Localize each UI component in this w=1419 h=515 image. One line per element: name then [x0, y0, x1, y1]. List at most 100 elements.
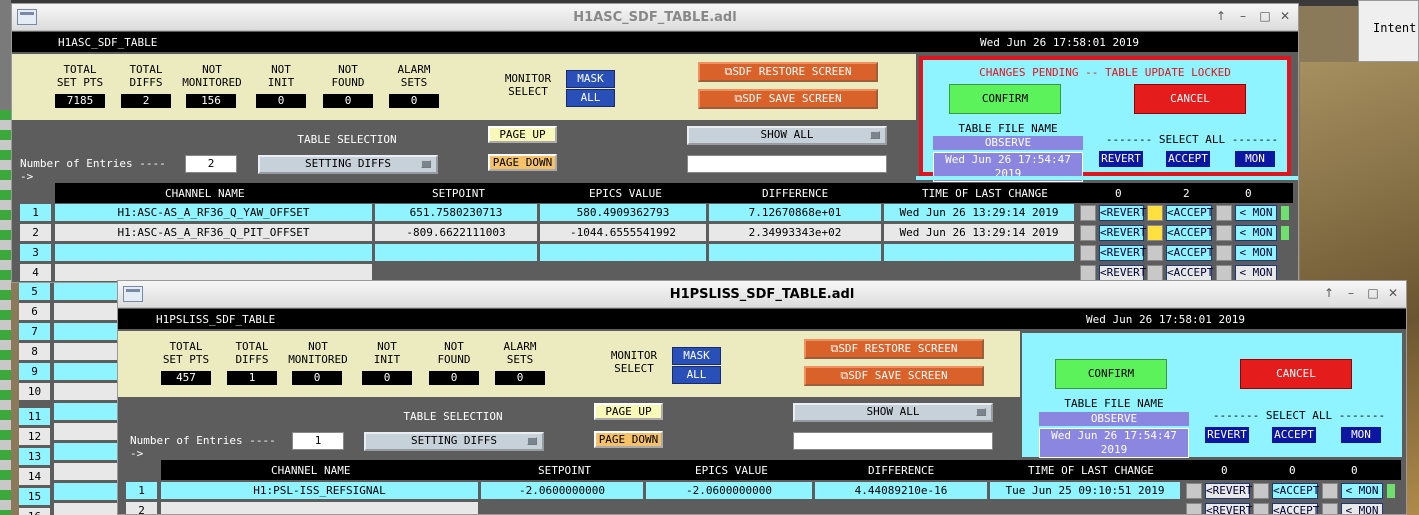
row-mon-button[interactable]: < MON [1341, 503, 1383, 514]
row-mon-checkbox[interactable] [1322, 483, 1338, 499]
row-revert-button[interactable]: <REVERT [1099, 205, 1146, 221]
row-setpoint: -2.0600000000 [481, 482, 643, 499]
row-channel-name [161, 502, 478, 514]
confirm-button[interactable]: CONFIRM [1055, 359, 1167, 389]
row-mon-checkbox[interactable] [1216, 265, 1232, 281]
maximize-icon[interactable]: □ [1366, 286, 1380, 300]
row-revert-checkbox[interactable] [1186, 483, 1202, 499]
row-accept-checkbox[interactable] [1147, 205, 1163, 221]
row-revert-button[interactable]: <REVERT [1099, 245, 1146, 261]
row-number: 11 [19, 408, 50, 425]
confirm-button[interactable]: CONFIRM [949, 84, 1061, 114]
row-accept-button[interactable]: <ACCEPT [1166, 205, 1213, 221]
page-down-button[interactable]: PAGE DOWN [488, 154, 557, 171]
maximize-icon[interactable]: □ [1258, 9, 1272, 23]
stat-value-alarm-sets: 0 [495, 371, 545, 385]
page-down-button[interactable]: PAGE DOWN [594, 431, 663, 448]
row-status-indicator [1281, 226, 1289, 240]
table-row: 1 H1:ASC-AS_A_RF36_Q_YAW_OFFSET 651.7580… [12, 203, 1298, 222]
row-accept-button[interactable]: <ACCEPT [1272, 483, 1319, 499]
row-revert-checkbox[interactable] [1080, 205, 1096, 221]
row-accept-button[interactable]: <ACCEPT [1166, 245, 1213, 261]
select-all-mon-button[interactable]: MON [1235, 151, 1275, 167]
row-accept-checkbox[interactable] [1147, 245, 1163, 261]
all-button[interactable]: ALL [672, 366, 721, 384]
row-mon-checkbox[interactable] [1216, 225, 1232, 241]
table-selection-dropdown[interactable]: SETTING DIFFS [364, 432, 544, 451]
row-mon-checkbox[interactable] [1322, 503, 1338, 514]
row-mon-button[interactable]: < MON [1235, 205, 1277, 221]
dropdown-icon [870, 131, 880, 139]
row-revert-checkbox[interactable] [1080, 245, 1096, 261]
row-channel-name [55, 264, 372, 281]
row-revert-checkbox[interactable] [1080, 265, 1096, 281]
save-label: SDF SAVE SCREEN [742, 92, 842, 105]
select-all-revert-button[interactable]: REVERT [1205, 427, 1249, 443]
select-all-accept-button[interactable]: ACCEPT [1166, 151, 1210, 167]
row-revert-checkbox[interactable] [1080, 225, 1096, 241]
row-revert-button[interactable]: <REVERT [1099, 265, 1146, 281]
window-titlebar[interactable]: H1ASC_SDF_TABLE.adl ↑ – □ ✕ [12, 4, 1298, 31]
number-of-entries-value: 2 [185, 155, 237, 173]
row-accept-button[interactable]: <ACCEPT [1272, 503, 1319, 514]
monitor-select-label: MONITOR SELECT [504, 72, 552, 98]
row-mon-checkbox[interactable] [1216, 245, 1232, 261]
row-accept-checkbox[interactable] [1147, 225, 1163, 241]
row-accept-button[interactable]: <ACCEPT [1166, 225, 1213, 241]
row-time: Wed Jun 26 13:29:14 2019 [884, 204, 1074, 221]
monitor-select-label: MONITOR SELECT [610, 349, 658, 375]
show-all-value: SHOW ALL [866, 405, 920, 418]
mask-button[interactable]: MASK [566, 70, 615, 88]
row-accept-button[interactable]: <ACCEPT [1166, 265, 1213, 281]
close-icon[interactable]: ✕ [1278, 9, 1292, 23]
row-number: 3 [20, 244, 51, 261]
row-revert-checkbox[interactable] [1186, 503, 1202, 514]
table-selection-dropdown[interactable]: SETTING DIFFS [258, 155, 438, 174]
select-all-mon-button[interactable]: MON [1341, 427, 1381, 443]
row-mon-button[interactable]: < MON [1235, 225, 1277, 241]
select-all-revert-button[interactable]: REVERT [1099, 151, 1143, 167]
all-button[interactable]: ALL [566, 89, 615, 107]
page-up-button[interactable]: PAGE UP [488, 126, 557, 143]
sdf-save-screen-button[interactable]: ⧉SDF SAVE SCREEN [698, 89, 878, 109]
select-all-label: ------- SELECT ALL ------- [1105, 133, 1279, 146]
row-channel-name: H1:PSL-ISS_REFSIGNAL [161, 482, 478, 499]
minimize-icon[interactable]: – [1344, 286, 1358, 300]
row-mon-button[interactable]: < MON [1235, 265, 1277, 281]
table-rows-continued: 5 6 7 8 9 10 11 12 13 14 15 16 [19, 283, 117, 515]
filter-input[interactable] [687, 155, 887, 173]
row-accept-checkbox[interactable] [1253, 503, 1269, 514]
row-mon-button[interactable]: < MON [1341, 483, 1383, 499]
header-bar: H1ASC_SDF_TABLE Wed Jun 26 17:58:01 2019 [12, 32, 1298, 52]
col-accept-count: 0 [1289, 464, 1296, 477]
pin-icon[interactable]: ↑ [1214, 9, 1228, 23]
row-mon-checkbox[interactable] [1216, 205, 1232, 221]
pin-icon[interactable]: ↑ [1322, 286, 1336, 300]
row-revert-button[interactable]: <REVERT [1205, 483, 1252, 499]
show-all-dropdown[interactable]: SHOW ALL [793, 403, 993, 422]
col-mon-count: 0 [1351, 464, 1358, 477]
row-revert-button[interactable]: <REVERT [1099, 225, 1146, 241]
sdf-restore-screen-button[interactable]: ⧉SDF RESTORE SCREEN [804, 339, 984, 359]
page-up-button[interactable]: PAGE UP [594, 403, 663, 420]
filter-input[interactable] [793, 432, 993, 450]
select-all-accept-button[interactable]: ACCEPT [1272, 427, 1316, 443]
row-revert-button[interactable]: <REVERT [1205, 503, 1252, 514]
window-titlebar[interactable]: H1PSLISS_SDF_TABLE.adl ↑ – □ ✕ [118, 281, 1406, 308]
mask-button[interactable]: MASK [672, 347, 721, 365]
minimize-icon[interactable]: – [1236, 9, 1250, 23]
col-time-of-last-change: TIME OF LAST CHANGE [922, 187, 1048, 200]
cancel-button[interactable]: CANCEL [1134, 84, 1246, 114]
row-status-indicator [1281, 206, 1289, 220]
row-accept-checkbox[interactable] [1253, 483, 1269, 499]
row-channel-name [55, 244, 372, 261]
show-all-dropdown[interactable]: SHOW ALL [687, 126, 887, 145]
stats-panel: TOTAL SET PTS 457 TOTAL DIFFS 1 NOT MONI… [118, 331, 1020, 397]
close-icon[interactable]: ✕ [1386, 286, 1400, 300]
sdf-restore-screen-button[interactable]: ⧉SDF RESTORE SCREEN [698, 62, 878, 82]
background-window-rows [0, 110, 11, 515]
row-mon-button[interactable]: < MON [1235, 245, 1277, 261]
row-accept-checkbox[interactable] [1147, 265, 1163, 281]
cancel-button[interactable]: CANCEL [1240, 359, 1352, 389]
sdf-save-screen-button[interactable]: ⧉SDF SAVE SCREEN [804, 366, 984, 386]
